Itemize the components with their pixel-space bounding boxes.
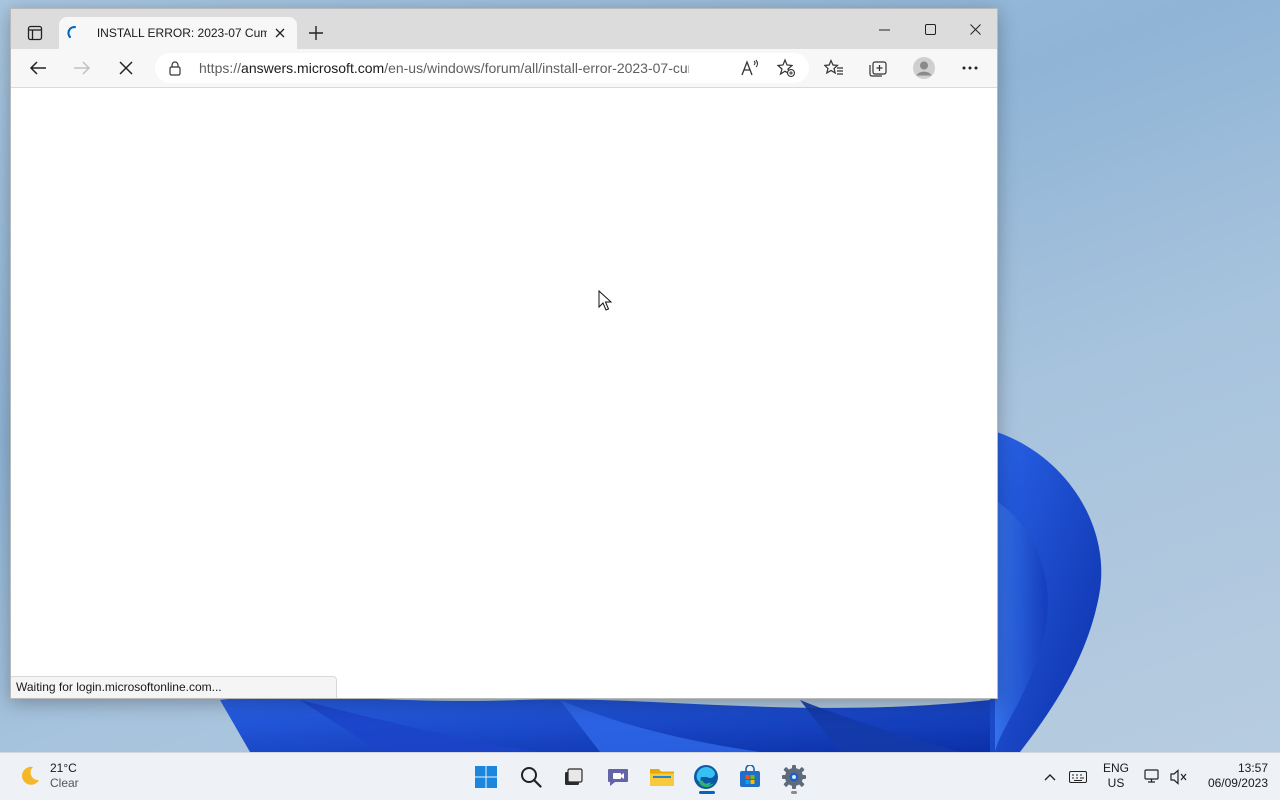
tab-actions-button[interactable] [21, 19, 49, 47]
file-explorer-button[interactable] [646, 761, 678, 793]
weather-condition: Clear [50, 776, 79, 790]
url-scheme: https:// [199, 60, 242, 76]
network-status-button[interactable] [1142, 761, 1164, 793]
tab-active[interactable]: INSTALL ERROR: 2023-07 Cumul [59, 17, 297, 49]
tab-close-button[interactable] [271, 24, 289, 42]
store-icon [740, 765, 760, 787]
chevron-up-icon [1044, 774, 1056, 781]
task-view-button[interactable] [557, 761, 589, 793]
forward-button[interactable] [67, 54, 97, 82]
profile-button[interactable] [909, 54, 939, 82]
input-language-indicator[interactable]: ENG US [1100, 761, 1132, 791]
address-url[interactable]: https://answers.microsoft.com/en-us/wind… [199, 60, 689, 76]
maximize-button[interactable] [907, 9, 953, 49]
running-app-indicator [791, 791, 797, 794]
teams-chat-button[interactable] [602, 761, 634, 793]
favorites-button[interactable] [819, 54, 849, 82]
edge-browser-button[interactable] [690, 761, 722, 793]
clock-date: 06/09/2023 [1207, 776, 1268, 790]
language-code: ENG [1102, 761, 1129, 775]
read-aloud-button[interactable] [739, 58, 761, 78]
teams-chat-icon [608, 769, 628, 786]
file-explorer-icon [650, 769, 674, 786]
moon-icon [22, 766, 39, 785]
task-view-icon [565, 768, 583, 785]
search-button[interactable] [515, 761, 547, 793]
weather-widget[interactable]: 21°C Clear [18, 761, 79, 791]
more-options-button[interactable] [955, 54, 985, 82]
active-app-indicator [699, 791, 715, 794]
volume-muted-icon [1170, 769, 1187, 785]
stop-loading-button[interactable] [111, 54, 141, 82]
stop-loading-icon [119, 61, 133, 75]
new-tab-button[interactable] [304, 21, 328, 45]
show-hidden-icons-button[interactable] [1040, 761, 1060, 793]
weather-temperature: 21°C [50, 761, 77, 775]
forward-arrow-icon [74, 61, 91, 75]
status-bar: Waiting for login.microsoftonline.com... [11, 676, 337, 698]
address-bar[interactable]: https://answers.microsoft.com/en-us/wind… [155, 53, 809, 83]
collections-button[interactable] [863, 54, 893, 82]
minimize-icon [878, 29, 890, 30]
back-button[interactable] [23, 54, 53, 82]
start-button[interactable] [470, 761, 502, 793]
collections-icon [869, 61, 887, 77]
system-clock[interactable]: 13:57 06/09/2023 [1196, 761, 1268, 791]
edge-icon [694, 765, 718, 789]
close-window-button[interactable] [952, 9, 998, 49]
store-button[interactable] [734, 761, 766, 793]
plus-icon [309, 26, 323, 40]
maximize-icon [924, 23, 936, 35]
browser-toolbar: https://answers.microsoft.com/en-us/wind… [11, 49, 997, 88]
touch-keyboard-button[interactable] [1066, 761, 1090, 793]
tab-title: INSTALL ERROR: 2023-07 Cumul [96, 26, 268, 40]
minimize-button[interactable] [861, 9, 907, 49]
taskbar: 21°C Clear ENG US 13:57 06/09/2023 [0, 752, 1280, 800]
add-favorite-icon [776, 58, 796, 78]
more-options-icon [962, 66, 978, 70]
profile-icon [913, 57, 935, 79]
lock-icon[interactable] [167, 60, 183, 76]
clock-time: 13:57 [1237, 761, 1268, 775]
browser-titlebar: INSTALL ERROR: 2023-07 Cumul [11, 9, 997, 49]
close-icon [275, 28, 285, 38]
search-icon [521, 767, 542, 788]
url-host: answers.microsoft.com [241, 60, 385, 76]
loading-spinner-icon [67, 25, 77, 39]
start-icon [475, 766, 497, 788]
favorites-icon [824, 59, 843, 75]
settings-icon [782, 765, 806, 789]
network-icon [1144, 769, 1159, 783]
back-arrow-icon [29, 61, 46, 75]
keyboard-icon [1069, 771, 1087, 783]
url-path: /en-us/windows/forum/all/install-error-2… [384, 60, 689, 76]
mouse-cursor-icon [598, 290, 612, 311]
volume-button[interactable] [1168, 761, 1190, 793]
page-content[interactable]: Waiting for login.microsoftonline.com... [11, 88, 997, 698]
language-region: US [1107, 776, 1125, 790]
close-icon [969, 23, 981, 35]
tab-actions-icon [27, 25, 43, 41]
settings-button[interactable] [778, 761, 810, 793]
read-aloud-icon [741, 59, 759, 76]
browser-window: INSTALL ERROR: 2023-07 Cumul https://ans… [10, 8, 998, 699]
add-favorite-button[interactable] [775, 58, 797, 78]
